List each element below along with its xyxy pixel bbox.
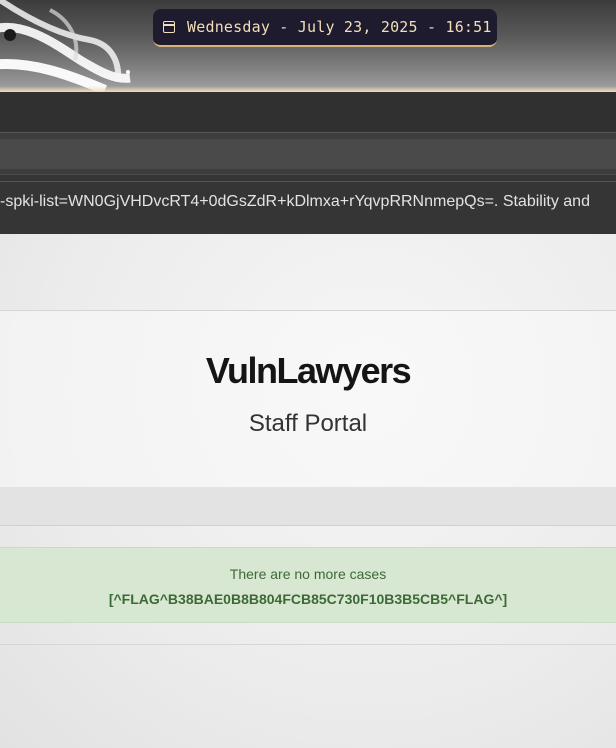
alert-flag: [^FLAG^B38BAE0B8B804FCB85C730F10B3B5CB5^…: [108, 591, 508, 607]
site-subtitle: Staff Portal: [248, 410, 368, 437]
info-bar-divider: [0, 181, 616, 182]
clock-widget[interactable]: Wednesday - July 23, 2025 - 16:51: [153, 9, 497, 47]
address-bar[interactable]: [0, 139, 616, 169]
content-divider: [0, 644, 616, 645]
success-alert: There are no more cases [^FLAG^B38BAE0B8…: [0, 547, 616, 623]
page-header: [0, 310, 616, 488]
clock-text: Wednesday - July 23, 2025 - 16:51: [187, 18, 492, 36]
nav-strip: [0, 487, 616, 526]
web-page: VulnLawyers Staff Portal There are no mo…: [0, 234, 616, 748]
wallpaper-artwork: [0, 0, 131, 92]
calendar-icon: [163, 21, 175, 33]
alert-message: There are no more cases: [229, 566, 387, 582]
site-title: VulnLawyers: [205, 350, 412, 391]
browser-info-bar: -spki-list=WN0GjVHDvcRT4+0dGsZdR+kDlmxa+…: [0, 174, 616, 234]
browser-tab-bar: [0, 92, 616, 132]
browser-toolbar: [0, 132, 616, 174]
info-bar-text: -spki-list=WN0GjVHDvcRT4+0dGsZdR+kDlmxa+…: [0, 193, 590, 210]
desktop-top-bar: Wednesday - July 23, 2025 - 16:51: [0, 0, 616, 92]
